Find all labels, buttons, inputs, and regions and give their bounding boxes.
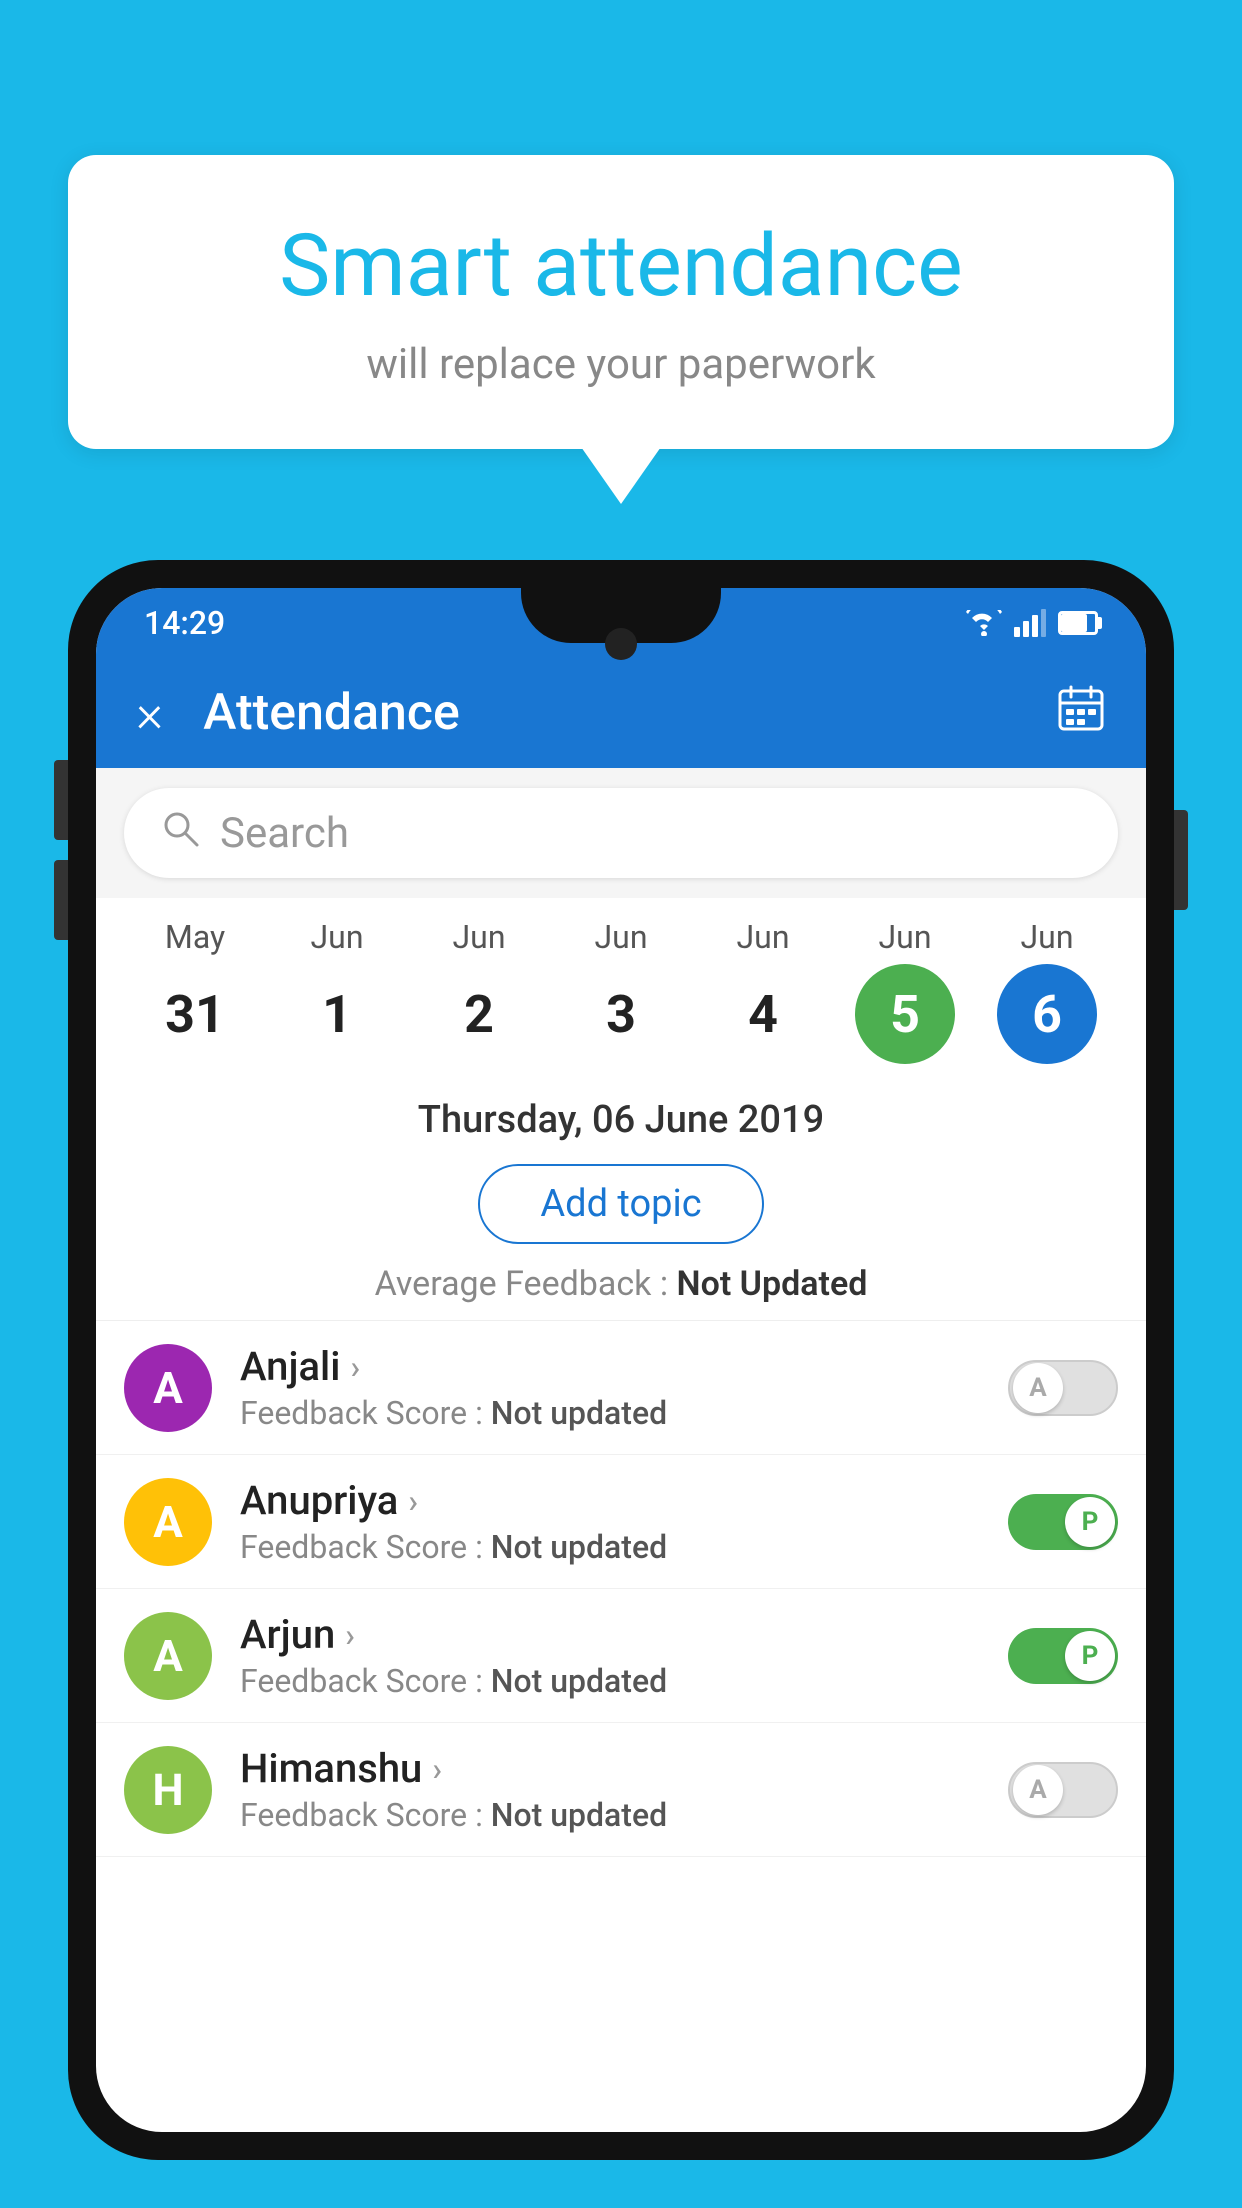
student-info: Himanshu › Feedback Score : Not updated	[240, 1745, 1008, 1834]
calendar-month: Jun	[879, 918, 932, 956]
calendar-date-col[interactable]: Jun 1	[266, 918, 408, 1064]
calendar-day[interactable]: 4	[713, 964, 813, 1064]
student-feedback: Feedback Score : Not updated	[240, 1796, 1008, 1834]
avatar: A	[124, 1612, 212, 1700]
search-bar[interactable]: Search	[124, 788, 1118, 878]
app-bar: × Attendance	[96, 658, 1146, 768]
calendar-day[interactable]: 2	[429, 964, 529, 1064]
avg-feedback-value: Not Updated	[677, 1264, 868, 1304]
app-bar-title: Attendance	[203, 684, 1056, 742]
phone-frame: 14:29	[68, 560, 1174, 2160]
toggle-knob: P	[1065, 1497, 1115, 1547]
speech-bubble-container: Smart attendance will replace your paper…	[68, 155, 1174, 449]
avg-feedback: Average Feedback : Not Updated	[124, 1264, 1118, 1304]
status-time: 14:29	[144, 604, 225, 642]
calendar-day[interactable]: 5	[855, 964, 955, 1064]
avg-feedback-label: Average Feedback :	[375, 1264, 677, 1304]
student-list: AAnjali ›Feedback Score : Not updatedAAA…	[96, 1321, 1146, 1857]
calendar-date-col[interactable]: Jun 6	[976, 918, 1118, 1064]
phone-notch	[521, 588, 721, 643]
attendance-toggle-wrap[interactable]: P	[1008, 1628, 1118, 1684]
calendar-dates: May 31 Jun 1 Jun 2 Jun 3 Jun 4 Jun 5 Jun 6	[124, 918, 1118, 1064]
bubble-title: Smart attendance	[148, 215, 1094, 316]
student-name-chevron: ›	[345, 1616, 355, 1654]
calendar-date-col[interactable]: Jun 4	[692, 918, 834, 1064]
selected-date-text: Thursday, 06 June 2019	[124, 1098, 1118, 1142]
student-name-chevron: ›	[350, 1348, 360, 1386]
attendance-toggle-wrap[interactable]: A	[1008, 1360, 1118, 1416]
calendar-icon[interactable]	[1056, 683, 1106, 744]
phone-power-button	[1174, 810, 1188, 910]
student-feedback: Feedback Score : Not updated	[240, 1394, 1008, 1432]
close-button[interactable]: ×	[136, 683, 163, 744]
wifi-icon	[966, 610, 1002, 636]
attendance-toggle[interactable]: P	[1008, 1628, 1118, 1684]
search-container: Search	[96, 768, 1146, 898]
attendance-toggle-wrap[interactable]: A	[1008, 1762, 1118, 1818]
speech-bubble: Smart attendance will replace your paper…	[68, 155, 1174, 449]
student-name-chevron: ›	[408, 1482, 418, 1520]
student-item[interactable]: H Himanshu › Feedback Score : Not updatedA	[96, 1723, 1146, 1857]
student-name: Anjali ›	[240, 1343, 1008, 1390]
calendar-date-col[interactable]: May 31	[124, 918, 266, 1064]
toggle-knob: A	[1013, 1363, 1063, 1413]
student-name: Arjun ›	[240, 1611, 1008, 1658]
calendar-day[interactable]: 1	[287, 964, 387, 1064]
student-name: Anupriya ›	[240, 1477, 1008, 1524]
student-item[interactable]: AAnjali ›Feedback Score : Not updatedA	[96, 1321, 1146, 1455]
calendar-strip: May 31 Jun 1 Jun 2 Jun 3 Jun 4 Jun 5 Jun 6	[96, 898, 1146, 1074]
avatar: A	[124, 1478, 212, 1566]
attendance-toggle[interactable]: A	[1008, 1360, 1118, 1416]
avatar: H	[124, 1746, 212, 1834]
selected-date-section: Thursday, 06 June 2019 Add topic Average…	[96, 1074, 1146, 1321]
student-info: Anupriya › Feedback Score : Not updated	[240, 1477, 1008, 1566]
avatar: A	[124, 1344, 212, 1432]
student-info: Anjali › Feedback Score : Not updated	[240, 1343, 1008, 1432]
calendar-month: Jun	[737, 918, 790, 956]
calendar-month: Jun	[453, 918, 506, 956]
phone-screen: 14:29	[96, 588, 1146, 2132]
calendar-date-col[interactable]: Jun 5	[834, 918, 976, 1064]
battery-icon	[1058, 611, 1098, 635]
calendar-month: May	[165, 918, 225, 956]
student-feedback: Feedback Score : Not updated	[240, 1662, 1008, 1700]
student-feedback: Feedback Score : Not updated	[240, 1528, 1008, 1566]
student-name: Himanshu ›	[240, 1745, 1008, 1792]
bubble-subtitle: will replace your paperwork	[148, 340, 1094, 389]
attendance-toggle[interactable]: P	[1008, 1494, 1118, 1550]
student-item[interactable]: A Anupriya › Feedback Score : Not updated P	[96, 1455, 1146, 1589]
search-icon	[160, 808, 200, 859]
calendar-month: Jun	[311, 918, 364, 956]
toggle-knob: P	[1065, 1631, 1115, 1681]
phone-camera	[605, 628, 637, 660]
calendar-date-col[interactable]: Jun 2	[408, 918, 550, 1064]
calendar-date-col[interactable]: Jun 3	[550, 918, 692, 1064]
student-item[interactable]: A Arjun › Feedback Score : Not updated P	[96, 1589, 1146, 1723]
phone-container: 14:29	[68, 560, 1174, 2208]
battery-fill	[1061, 614, 1087, 632]
student-info: Arjun › Feedback Score : Not updated	[240, 1611, 1008, 1700]
search-input-placeholder: Search	[220, 809, 349, 858]
toggle-knob: A	[1013, 1765, 1063, 1815]
phone-vol-down-button	[54, 860, 68, 940]
calendar-day[interactable]: 3	[571, 964, 671, 1064]
calendar-month: Jun	[1021, 918, 1074, 956]
phone-vol-up-button	[54, 760, 68, 840]
calendar-month: Jun	[595, 918, 648, 956]
attendance-toggle-wrap[interactable]: P	[1008, 1494, 1118, 1550]
status-icons	[966, 609, 1098, 637]
signal-icon	[1014, 609, 1046, 637]
student-name-chevron: ›	[432, 1750, 442, 1788]
calendar-day[interactable]: 6	[997, 964, 1097, 1064]
attendance-toggle[interactable]: A	[1008, 1762, 1118, 1818]
calendar-day[interactable]: 31	[145, 964, 245, 1064]
add-topic-button[interactable]: Add topic	[478, 1164, 763, 1244]
